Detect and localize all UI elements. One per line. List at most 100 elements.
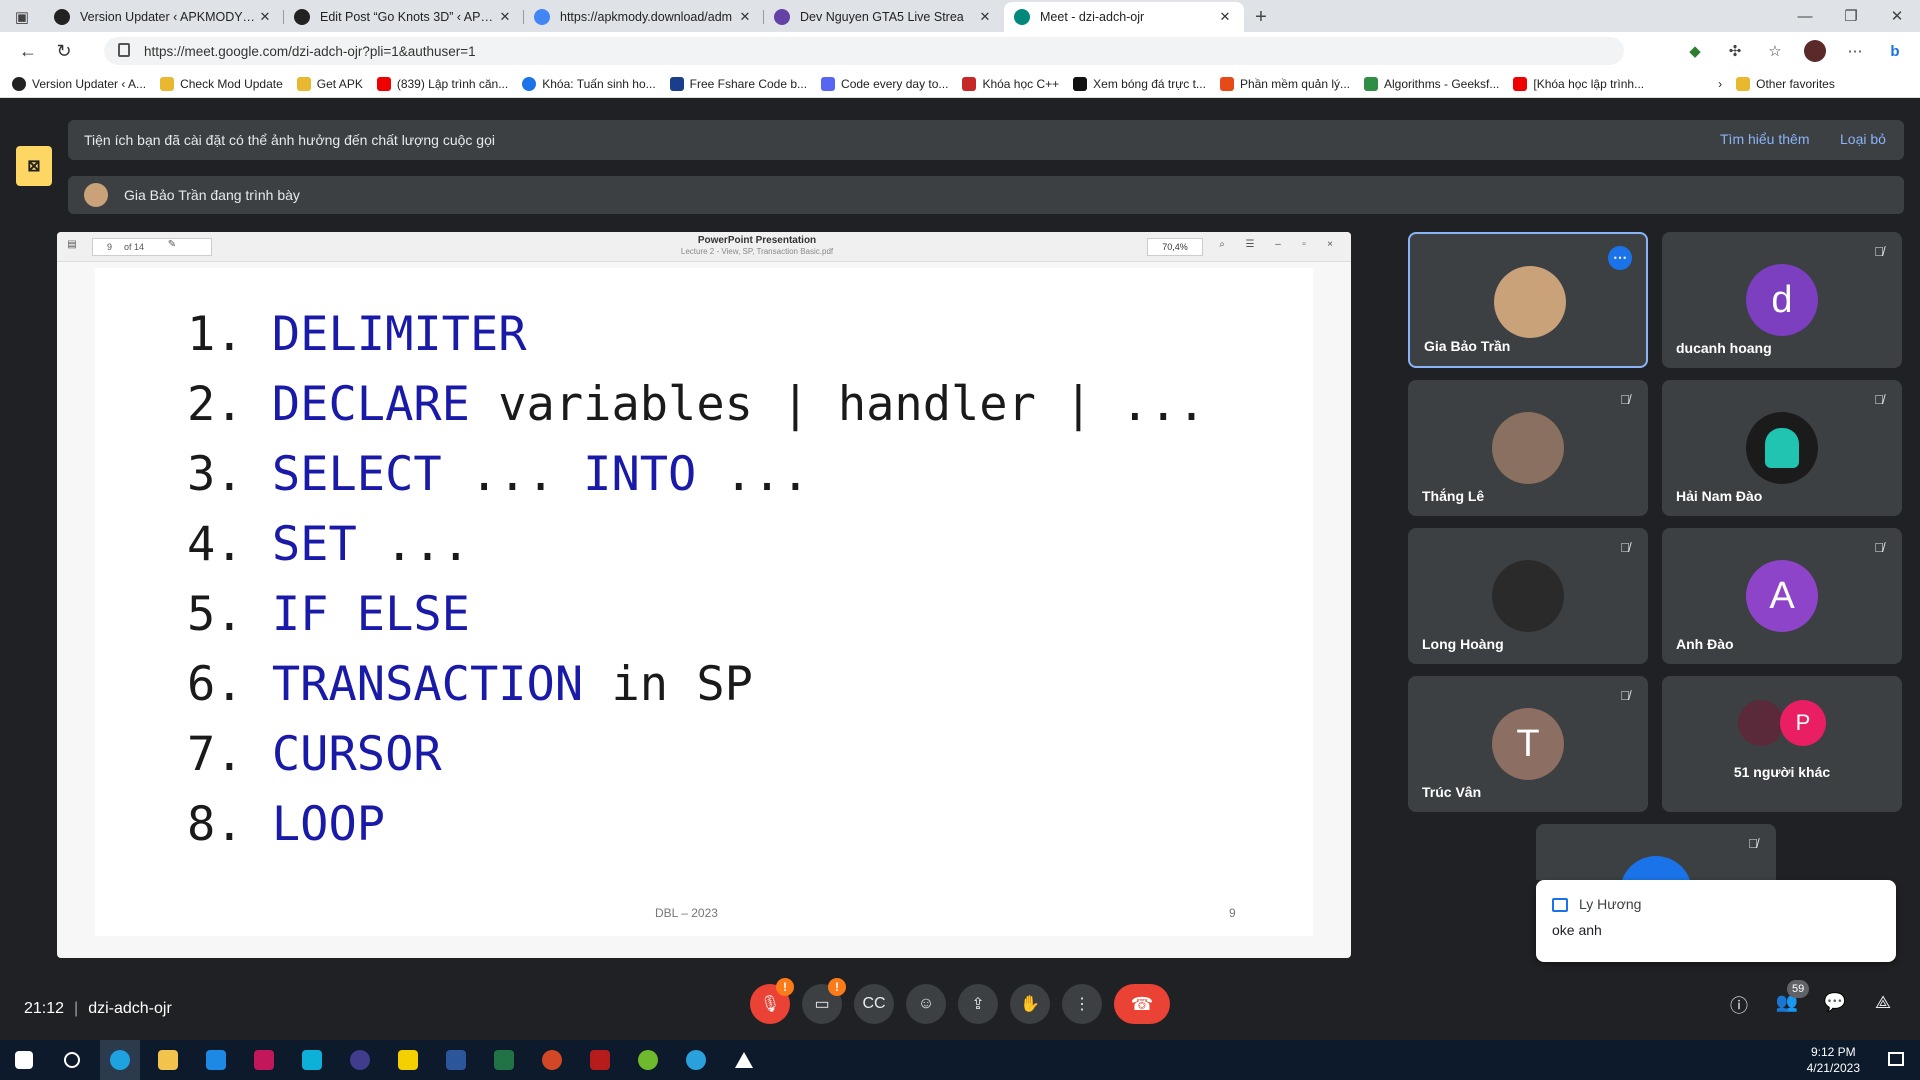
minimize-icon[interactable]: – (1271, 239, 1285, 253)
present-screen-button[interactable]: ⇪ (958, 984, 998, 1024)
bookmark-item[interactable]: [Khóa học lập trình... (1513, 76, 1644, 91)
close-tab-icon[interactable]: ✕ (736, 9, 754, 25)
powerpoint-icon[interactable] (532, 1040, 572, 1080)
more-options-button[interactable]: ⋮ (1062, 984, 1102, 1024)
dismiss-link[interactable]: Loại bỏ (1840, 131, 1886, 147)
activities-icon[interactable]: ⟁ (1868, 992, 1898, 1022)
edge-icon[interactable] (100, 1040, 140, 1080)
folder-icon (160, 76, 175, 91)
close-tab-icon[interactable]: ✕ (256, 9, 274, 25)
file-explorer-icon[interactable] (148, 1040, 188, 1080)
xbox-icon[interactable] (628, 1040, 668, 1080)
extension-warning-icon[interactable]: ⊠ (16, 146, 52, 186)
bookmark-item[interactable]: Phần mềm quản lý... (1219, 76, 1350, 91)
browser-tab[interactable]: Dev Nguyen GTA5 Live Strea ✕ (764, 2, 1004, 32)
chat-notification[interactable]: Ly Hương oke anh (1536, 880, 1896, 962)
url-text: https://meet.google.com/dzi-adch-ojr?pli… (144, 43, 476, 59)
menu-icon[interactable]: ⋯ (1838, 36, 1872, 66)
participant-name: Long Hoàng (1422, 636, 1504, 652)
bookmark-item[interactable]: Get APK (296, 76, 363, 91)
search-icon[interactable] (52, 1040, 92, 1080)
participant-tile[interactable]: 🎙̸ (1536, 824, 1776, 880)
webstorm-icon[interactable] (292, 1040, 332, 1080)
refresh-icon[interactable]: ↻ (46, 41, 82, 62)
close-tab-icon[interactable]: ✕ (1216, 9, 1234, 25)
maximize-icon[interactable]: ▫ (1297, 239, 1311, 253)
extensions-icon[interactable]: ✣ (1718, 36, 1752, 66)
bookmark-item[interactable]: Version Updater ‹ A... (12, 76, 146, 91)
bookmark-item[interactable]: Free Fshare Code b... (669, 76, 807, 91)
edit-icon[interactable]: ✎ (165, 239, 179, 253)
raise-hand-button[interactable]: ✋ (1010, 984, 1050, 1024)
search-icon[interactable]: ⌕ (1215, 239, 1229, 253)
participant-tile[interactable]: d 🎙̸ ducanh hoang (1662, 232, 1902, 368)
word-icon[interactable] (436, 1040, 476, 1080)
page-input[interactable]: 9 of 14 (92, 238, 212, 256)
excel-icon[interactable] (484, 1040, 524, 1080)
bookmark-icon (962, 76, 977, 91)
camera-toggle-button[interactable]: ▭! (802, 978, 846, 1024)
tab-actions-icon[interactable]: ▣ (0, 2, 44, 32)
close-icon[interactable]: × (1323, 239, 1337, 253)
list-item: 3. SELECT ... INTO ... (187, 447, 810, 502)
captions-button[interactable]: CC (854, 984, 894, 1024)
telegram-icon[interactable] (676, 1040, 716, 1080)
favorites-icon[interactable]: ☆ (1758, 36, 1792, 66)
notes-icon[interactable] (388, 1040, 428, 1080)
eclipse-icon[interactable] (340, 1040, 380, 1080)
profile-avatar[interactable] (1798, 36, 1832, 66)
vscode-icon[interactable] (196, 1040, 236, 1080)
bookmark-item[interactable]: Xem bóng đá trực t... (1073, 76, 1206, 91)
browser-tab[interactable]: Edit Post “Go Knots 3D” ‹ APKMO ✕ (284, 2, 524, 32)
zoom-select[interactable]: 70,4% (1147, 238, 1203, 256)
restore-icon[interactable]: ❐ (1828, 1, 1874, 31)
url-field[interactable]: https://meet.google.com/dzi-adch-ojr?pli… (104, 37, 1624, 65)
others-tile[interactable]: P 51 người khác (1662, 676, 1902, 812)
app-icon[interactable] (724, 1040, 764, 1080)
emoji-button[interactable]: ☺ (906, 984, 946, 1024)
browser-tab[interactable]: https://apkmody.download/adm ✕ (524, 2, 764, 32)
back-icon[interactable]: ← (10, 41, 46, 62)
close-window-icon[interactable]: ✕ (1874, 1, 1920, 31)
leave-call-button[interactable]: ☎ (1114, 984, 1170, 1024)
app-icon[interactable] (580, 1040, 620, 1080)
browser-tab[interactable]: Version Updater ‹ APKMODY — W ✕ (44, 2, 284, 32)
participant-tile[interactable]: ⋯ Gia Bảo Trần (1408, 232, 1648, 368)
info-icon[interactable]: ⓘ (1724, 992, 1754, 1022)
close-tab-icon[interactable]: ✕ (496, 9, 514, 25)
chat-icon[interactable]: 💬 (1820, 992, 1850, 1022)
extension-icon[interactable]: ◆ (1678, 36, 1712, 66)
browser-tab-active[interactable]: Meet - dzi-adch-ojr ✕ (1004, 2, 1244, 32)
bookmark-item[interactable]: (839) Lập trình căn... (376, 76, 509, 91)
chat-icon (1552, 898, 1568, 912)
rider-icon[interactable] (244, 1040, 284, 1080)
participant-tile[interactable]: A 🎙̸ Anh Đào (1662, 528, 1902, 664)
bookmarks-overflow-icon[interactable]: › (1718, 77, 1722, 91)
participant-name: Anh Đào (1676, 636, 1734, 652)
menu-icon[interactable]: ☰ (1243, 239, 1257, 253)
notifications-icon[interactable] (1888, 1052, 1904, 1066)
new-tab-icon[interactable]: + (1244, 2, 1278, 32)
bookmark-item[interactable]: Khóa học C++ (962, 76, 1059, 91)
list-item: 6. TRANSACTION in SP (187, 657, 753, 712)
participant-tile[interactable]: 🎙̸ Hải Nam Đào (1662, 380, 1902, 516)
mic-toggle-button[interactable]: 🎙! (750, 978, 794, 1024)
bing-icon[interactable]: b (1878, 36, 1912, 66)
minimize-icon[interactable]: — (1782, 1, 1828, 31)
close-tab-icon[interactable]: ✕ (976, 9, 994, 25)
participant-tile[interactable]: T 🎙̸ Trúc Vân (1408, 676, 1648, 812)
learn-more-link[interactable]: Tìm hiểu thêm (1720, 131, 1809, 147)
other-favorites[interactable]: Other favorites (1736, 76, 1835, 91)
participant-tile[interactable]: 🎙̸ Long Hoàng (1408, 528, 1648, 664)
system-clock[interactable]: 9:12 PM 4/21/2023 (1807, 1044, 1860, 1076)
bookmark-label: (839) Lập trình căn... (396, 76, 509, 91)
bookmark-item[interactable]: Check Mod Update (160, 76, 283, 91)
sidebar-toggle-icon[interactable]: ▤ (65, 239, 79, 253)
start-icon[interactable] (4, 1040, 44, 1080)
participant-tile[interactable]: 🎙̸ Thắng Lê (1408, 380, 1648, 516)
browser-toolbar: ◆ ✣ ☆ ⋯ b (1678, 36, 1912, 66)
bookmark-item[interactable]: Algorithms - Geeksf... (1364, 76, 1499, 91)
more-options-icon[interactable]: ⋯ (1608, 246, 1632, 270)
bookmark-item[interactable]: Code every day to... (821, 76, 948, 91)
bookmark-item[interactable]: Khóa: Tuấn sinh ho... (522, 76, 656, 91)
